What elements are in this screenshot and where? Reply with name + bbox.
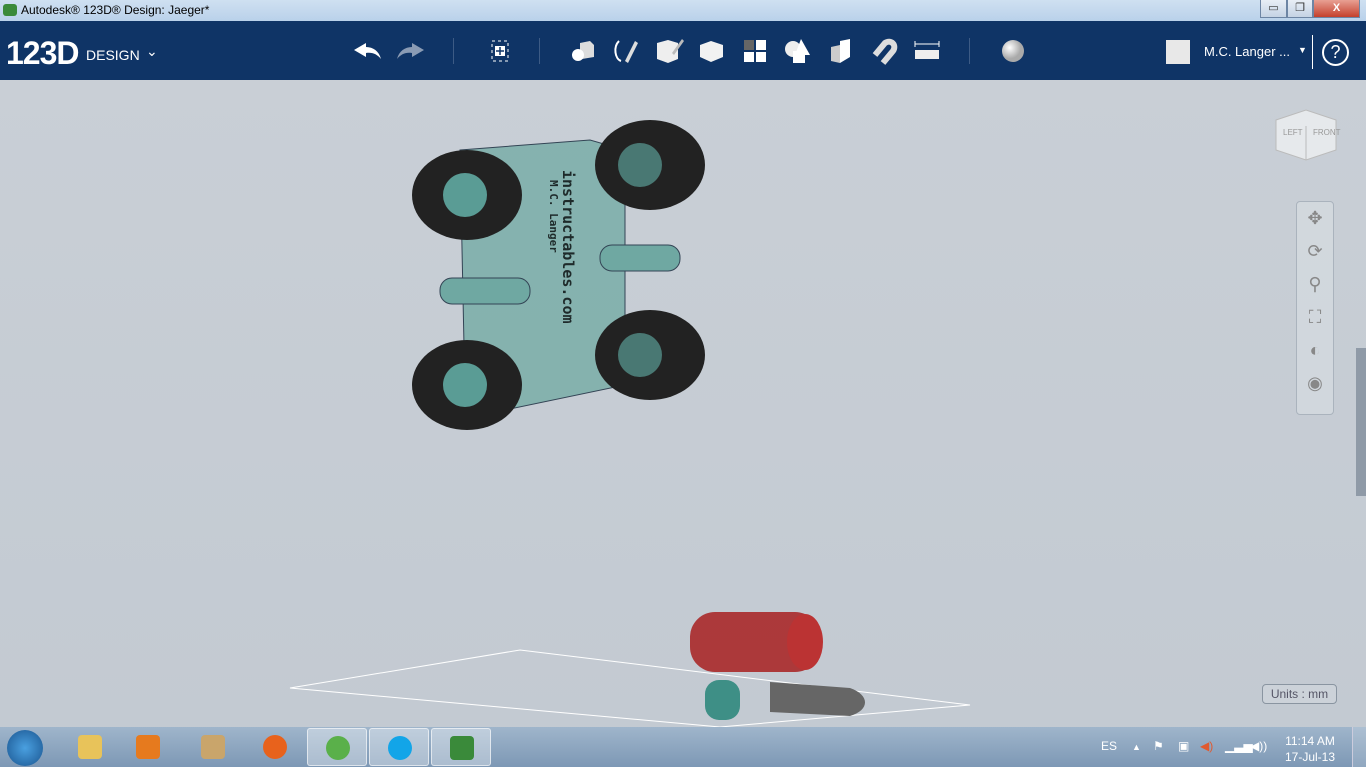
taskbar-file-explorer[interactable] xyxy=(60,728,120,766)
taskbar-media-player[interactable] xyxy=(118,728,178,766)
app-icon xyxy=(3,4,17,16)
visibility-icon[interactable]: ◉ xyxy=(1297,367,1333,400)
taskbar-skype[interactable] xyxy=(369,728,429,766)
taskbar: ES ▲ ⚑ ▣ ◀) ▁▃▅ ◀)) 11:14 AM 17-Jul-13 xyxy=(0,727,1366,767)
orbit-icon[interactable]: ⟳ xyxy=(1297,235,1333,268)
measure-icon[interactable] xyxy=(912,37,942,65)
construct-icon[interactable] xyxy=(654,37,684,65)
material-icon[interactable] xyxy=(998,37,1028,65)
toolbar-divider xyxy=(539,38,540,64)
transform-icon[interactable] xyxy=(485,37,515,65)
pan-icon[interactable]: ✥ xyxy=(1297,202,1333,235)
user-menu-caret-icon[interactable]: ▼ xyxy=(1298,45,1307,55)
minimize-button[interactable]: ▭ xyxy=(1260,0,1287,18)
side-panel-handle[interactable] xyxy=(1356,348,1366,496)
view-mode-icon[interactable]: ◐ xyxy=(1297,334,1333,367)
app-menu-chevron-icon[interactable]: ⌄ xyxy=(146,43,158,60)
power-icon[interactable]: ▣ xyxy=(1178,739,1189,753)
sketch-icon[interactable] xyxy=(611,37,641,65)
3d-viewport[interactable]: instructables.com M.C. Langer LEFT FRONT… xyxy=(0,80,1366,727)
clock-date: 17-Jul-13 xyxy=(1284,750,1336,764)
redo-icon[interactable] xyxy=(396,37,426,65)
model-text-instructables: instructables.com xyxy=(559,170,577,324)
close-button[interactable]: X xyxy=(1313,0,1360,18)
app-logo-sub[interactable]: DESIGN xyxy=(86,47,140,63)
primitives-icon[interactable] xyxy=(568,37,598,65)
clock[interactable]: 11:14 AM 17-Jul-13 xyxy=(1280,733,1340,765)
toolbar-divider xyxy=(1312,35,1313,69)
clock-time: 11:14 AM xyxy=(1285,734,1335,748)
app-logo[interactable]: 123D xyxy=(6,35,79,72)
speaker-icon[interactable]: ◀) xyxy=(1200,739,1213,753)
title-bar: Autodesk® 123D® Design: Jaeger* ▭ ❐ X xyxy=(0,0,1366,21)
avatar[interactable] xyxy=(1166,40,1190,64)
grouping-icon[interactable] xyxy=(783,37,813,65)
launcher-model[interactable] xyxy=(690,612,865,720)
modify-icon[interactable] xyxy=(697,37,727,65)
vehicle-model[interactable]: instructables.com M.C. Langer xyxy=(412,120,705,430)
zoom-icon[interactable]: ⚲ xyxy=(1297,268,1333,301)
toolbar-divider xyxy=(453,38,454,64)
show-desktop-button[interactable] xyxy=(1352,727,1366,767)
view-cube-front[interactable]: FRONT xyxy=(1313,128,1341,137)
fit-icon[interactable]: ⛶ xyxy=(1297,301,1333,334)
volume-icon[interactable]: ◀)) xyxy=(1250,739,1267,753)
main-toolbar: 123D DESIGN ⌄ M.C. Langer ... ▼ ? xyxy=(0,21,1366,80)
combine-icon[interactable] xyxy=(826,37,856,65)
taskbar-messenger[interactable] xyxy=(307,728,367,766)
network-icon[interactable]: ▁▃▅ xyxy=(1225,739,1253,753)
language-indicator[interactable]: ES xyxy=(1101,739,1117,753)
view-cube[interactable]: LEFT FRONT xyxy=(1272,106,1341,162)
toolbar-divider xyxy=(969,38,970,64)
help-button[interactable]: ? xyxy=(1322,39,1349,66)
window-title: Autodesk® 123D® Design: Jaeger* xyxy=(21,3,210,17)
taskbar-firefox[interactable] xyxy=(245,728,305,766)
show-hidden-icons[interactable]: ▲ xyxy=(1132,742,1141,752)
snap-icon[interactable] xyxy=(869,37,899,65)
model-text-author: M.C. Langer xyxy=(547,180,560,253)
navigation-bar: ✥ ⟳ ⚲ ⛶ ◐ ◉ xyxy=(1296,201,1334,415)
taskbar-app-3[interactable] xyxy=(183,728,243,766)
grid-plane xyxy=(289,649,971,727)
action-center-flag-icon[interactable]: ⚑ xyxy=(1153,739,1164,753)
taskbar-123d-design[interactable] xyxy=(431,728,491,766)
view-cube-left[interactable]: LEFT xyxy=(1283,128,1303,137)
user-name[interactable]: M.C. Langer ... xyxy=(1204,44,1290,59)
pattern-icon[interactable] xyxy=(740,37,770,65)
start-button[interactable] xyxy=(7,730,43,766)
restore-button[interactable]: ❐ xyxy=(1287,0,1313,18)
undo-icon[interactable] xyxy=(352,37,382,65)
model-scene[interactable]: instructables.com M.C. Langer xyxy=(0,80,1366,727)
units-button[interactable]: Units : mm xyxy=(1262,684,1337,704)
